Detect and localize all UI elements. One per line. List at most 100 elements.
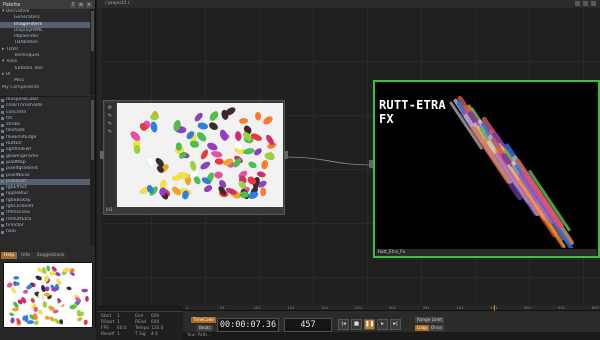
jellybean [239,191,249,199]
rewind-icon[interactable]: |◂ [338,319,349,330]
jellybean [189,140,200,148]
jellybean [83,319,88,326]
jellybean [150,121,158,133]
pen-icon[interactable]: ✎ [107,129,113,135]
jellybean [203,185,213,193]
palette-tab[interactable]: Info [18,252,33,259]
range-limit-label: Range Limit [415,317,444,323]
jellybean [255,111,262,121]
jellybeans-preview [6,265,89,326]
close-icon[interactable]: × [86,1,92,8]
timecode-mode-button[interactable]: TimeCode [191,317,216,323]
beats-mode-button[interactable]: Beats [197,325,213,331]
timecode-display[interactable]: 00:00:07.36 [217,318,279,332]
jellybeans-viewer [130,107,277,200]
jellybean [33,306,39,313]
pen-icon[interactable]: ✎ [107,121,113,127]
jellybean [197,122,209,130]
jellybean [26,320,35,325]
jellybean [210,150,223,158]
frame-display[interactable]: 457 [284,318,332,332]
node-wire[interactable] [284,156,373,166]
input-port[interactable] [100,151,104,159]
command-bar[interactable]: Your Path... [183,332,600,340]
panel-icon[interactable] [591,1,596,6]
node-viewer-tools: ⚙ ✎ ✎ ✎ [105,103,115,207]
jellybean [46,265,51,272]
input-top-node[interactable]: ⚙ ✎ ✎ ✎ in1 [100,100,288,215]
jellybean [260,187,267,197]
jellybean [11,287,16,294]
loop-button[interactable]: Loop [415,325,430,331]
palette-list-item[interactable]: halo [0,229,90,235]
jellybean [49,271,56,276]
menu-icon[interactable]: ≡ [78,1,84,8]
pause-icon[interactable]: ❚❚ [364,319,375,330]
jellybean [200,149,209,160]
jellybean [263,116,273,125]
jellybean [196,132,207,142]
network-path-bar: / project1 / [97,0,600,7]
network-path[interactable]: / project1 / [105,1,129,6]
jellybean [194,112,203,122]
palette-preview-image [3,262,93,328]
palette-tree-scrollbar[interactable] [90,9,95,95]
layout-icon[interactable] [583,1,588,6]
input-node-label: in1 [106,208,113,213]
jellybean [10,317,15,324]
rutt-etra-render [449,95,574,248]
rutt-etra-viewer: RUTT-ETRA FX [376,83,597,248]
palette-tree: ▾ Derivative Generators ImageFilters Displa… [0,9,90,95]
palette-list-scrollbar[interactable] [90,96,95,246]
output-port[interactable] [284,151,288,159]
jellybean [248,161,257,169]
jellybean [66,286,72,291]
jellybean [264,152,275,160]
jellybean [9,312,15,317]
jellybean [243,148,255,155]
time-setting-value[interactable]: 4 4 [151,332,165,338]
help-icon[interactable]: ? [70,1,76,8]
jellybean [150,113,159,121]
jellybean [253,148,262,156]
input-port[interactable] [369,160,373,168]
home-icon[interactable] [575,1,580,6]
jellybean [43,292,51,297]
command-input[interactable]: Your Path... [183,333,211,338]
rutt-etra-node[interactable]: RUTT-ETRA FX Rutt_Etra_Fx [369,80,600,258]
jellybean [42,301,48,308]
jellybean [200,161,211,170]
jellybean [77,317,83,322]
pen-icon[interactable]: ✎ [107,113,113,119]
palette-tab[interactable]: Suggestions [33,252,68,259]
play-icon[interactable]: ▸ [377,319,388,330]
time-settings-panel: Start 1 End 600 RStart 1 REnd 600 FPS 60.0 Tempo 12… [97,311,183,340]
jellybean [85,295,89,302]
jellybean [44,315,50,320]
jellybean [33,320,39,326]
jellybean [239,117,249,124]
jellybean [256,171,266,178]
output-node-label: Rutt_Etra_Fx [376,249,597,256]
jellybean [214,171,223,179]
time-setting-value[interactable]: 1 [117,332,135,338]
jellybean [261,159,269,170]
gear-icon[interactable]: ⚙ [107,105,113,111]
jellybean [13,276,20,280]
jellybean [214,158,224,165]
jellybeans-image [117,103,283,207]
jellybean [16,317,21,325]
step-forward-icon[interactable]: ▸| [390,319,401,330]
jellybean [248,191,259,200]
once-button[interactable]: Once [429,325,444,331]
jellybean [234,131,242,141]
palette-tree-section[interactable]: My Components [0,85,90,91]
palette-title: Palette [3,1,21,8]
jellybean [189,160,197,171]
jellybean [11,307,19,312]
jellybean [133,144,141,155]
palette-tab[interactable]: Help [1,252,18,259]
jellybean [30,297,35,303]
stop-icon[interactable]: ■ [351,319,362,330]
palette-header: Palette ? ≡ × [0,0,95,9]
